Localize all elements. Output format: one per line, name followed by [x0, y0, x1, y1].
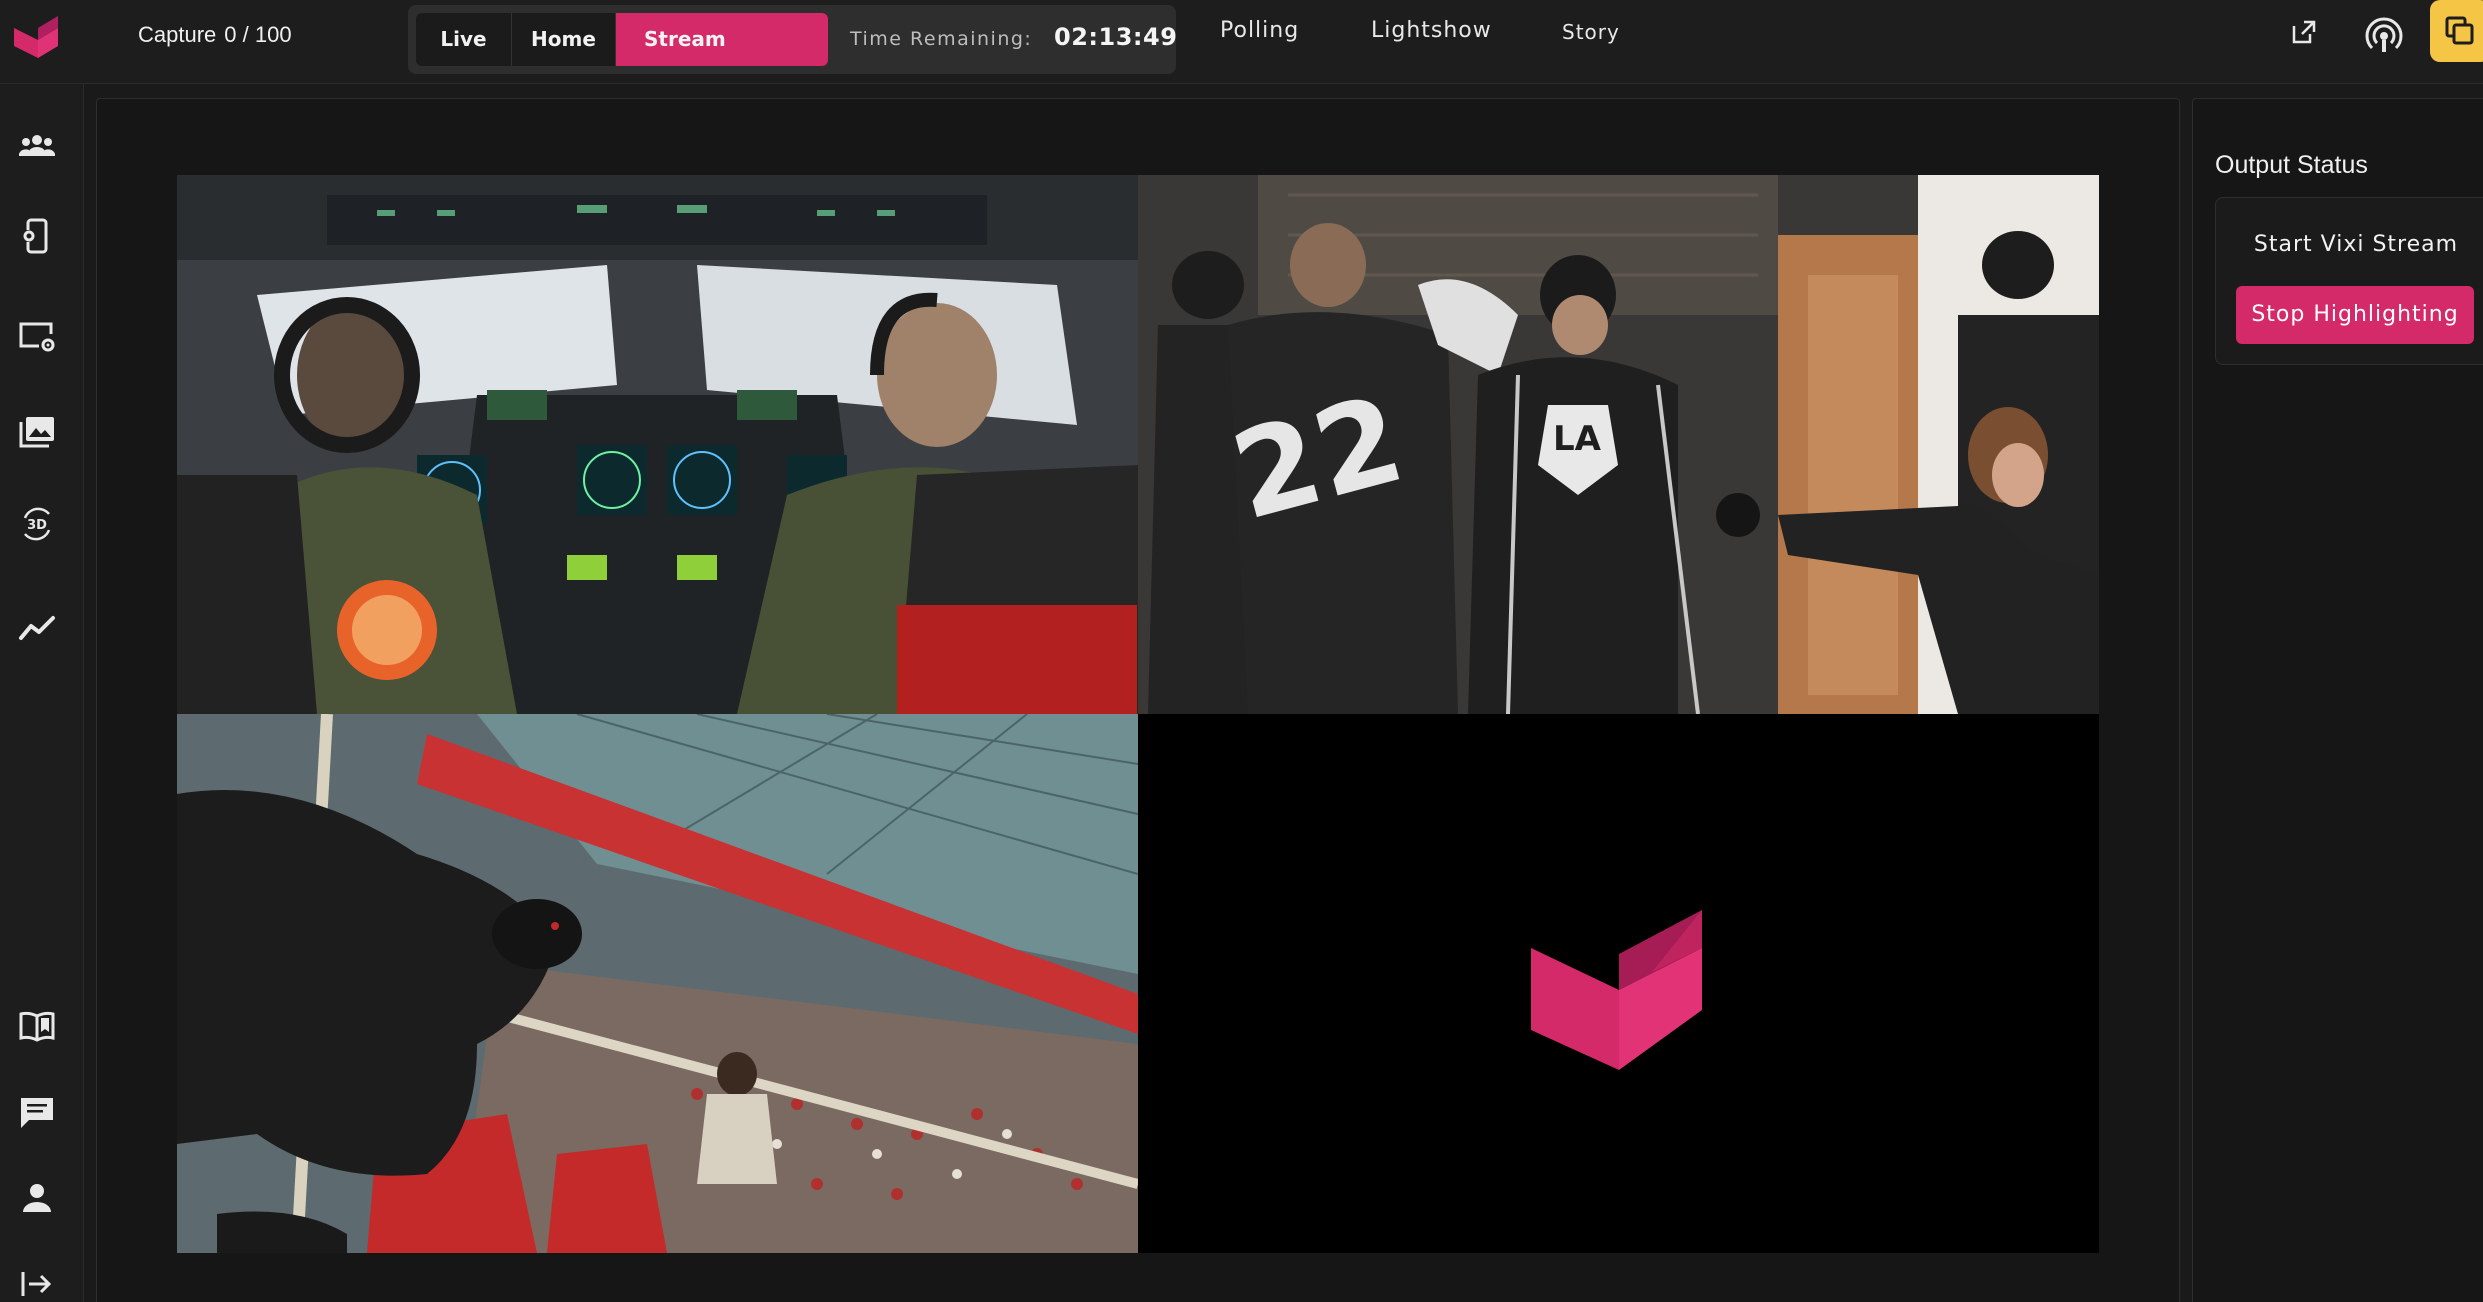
podcast-icon[interactable]	[2364, 16, 2404, 56]
hockey-video-frame: 22 LA	[1138, 175, 2099, 714]
external-link-icon[interactable]	[2290, 18, 2318, 46]
chat-icon[interactable]	[17, 1092, 57, 1132]
photo-library-icon[interactable]	[17, 412, 57, 452]
layers-icon	[2445, 16, 2474, 45]
video-tile-hockey[interactable]: 22 LA	[1138, 175, 2099, 714]
vixi-placeholder-logo-icon	[1138, 714, 2099, 1253]
book-icon[interactable]	[17, 1006, 57, 1046]
mode-home-button[interactable]: Home	[512, 13, 616, 66]
app-root: Capture 0 / 100 Live Home Stream Time Re…	[0, 0, 2483, 1302]
mode-stream-button[interactable]: Stream	[616, 13, 828, 66]
display-settings-icon[interactable]	[17, 316, 57, 356]
start-vixi-stream-button[interactable]: Start Vixi Stream	[2216, 232, 2483, 257]
3d-rotation-icon[interactable]: 3D	[17, 504, 57, 544]
vixi-logo-icon[interactable]	[12, 14, 64, 60]
capture-counter: Capture 0 / 100	[138, 22, 292, 48]
top-bar: Capture 0 / 100 Live Home Stream Time Re…	[0, 0, 2483, 84]
nav-lightshow[interactable]: Lightshow	[1371, 18, 1492, 43]
time-remaining-label: Time Remaining:	[850, 28, 1033, 50]
nav-story[interactable]: Story	[1562, 20, 1620, 44]
person-icon[interactable]	[17, 1178, 57, 1218]
phone-settings-icon[interactable]	[17, 216, 57, 256]
output-status-panel: Output Status Start Vixi Stream Stop Hig…	[2192, 98, 2483, 1302]
left-sidebar: 3D	[0, 84, 84, 1302]
arena-video-frame	[177, 714, 1138, 1253]
video-tile-logo-placeholder[interactable]	[1138, 714, 2099, 1253]
output-status-title: Output Status	[2215, 151, 2368, 179]
users-icon[interactable]	[17, 126, 57, 166]
nav-polling[interactable]: Polling	[1220, 18, 1299, 43]
capture-label: Capture	[138, 22, 217, 47]
video-tile-cockpit[interactable]	[177, 175, 1138, 714]
capture-count: 0 / 100	[224, 22, 292, 47]
cockpit-video-frame	[177, 175, 1138, 714]
stop-highlighting-button[interactable]: Stop Highlighting	[2236, 286, 2474, 344]
mode-control-group: Live Home Stream Time Remaining: 02:13:4…	[408, 5, 1178, 74]
video-grid: 22 LA	[177, 175, 2099, 1253]
mode-stream-label: Stream	[644, 27, 726, 51]
svg-text:LA: LA	[1553, 419, 1602, 459]
logout-icon[interactable]	[17, 1264, 57, 1302]
layers-button[interactable]	[2430, 0, 2483, 62]
main-panel: 22 LA	[96, 98, 2180, 1302]
video-tile-arena[interactable]	[177, 714, 1138, 1253]
mode-selector: Live Home Stream	[416, 13, 828, 66]
analytics-icon[interactable]	[17, 608, 57, 648]
time-remaining-value: 02:13:49	[1054, 23, 1178, 51]
output-status-box: Start Vixi Stream Stop Highlighting	[2215, 197, 2483, 365]
mode-live-button[interactable]: Live	[416, 13, 512, 66]
svg-text:3D: 3D	[27, 518, 47, 533]
